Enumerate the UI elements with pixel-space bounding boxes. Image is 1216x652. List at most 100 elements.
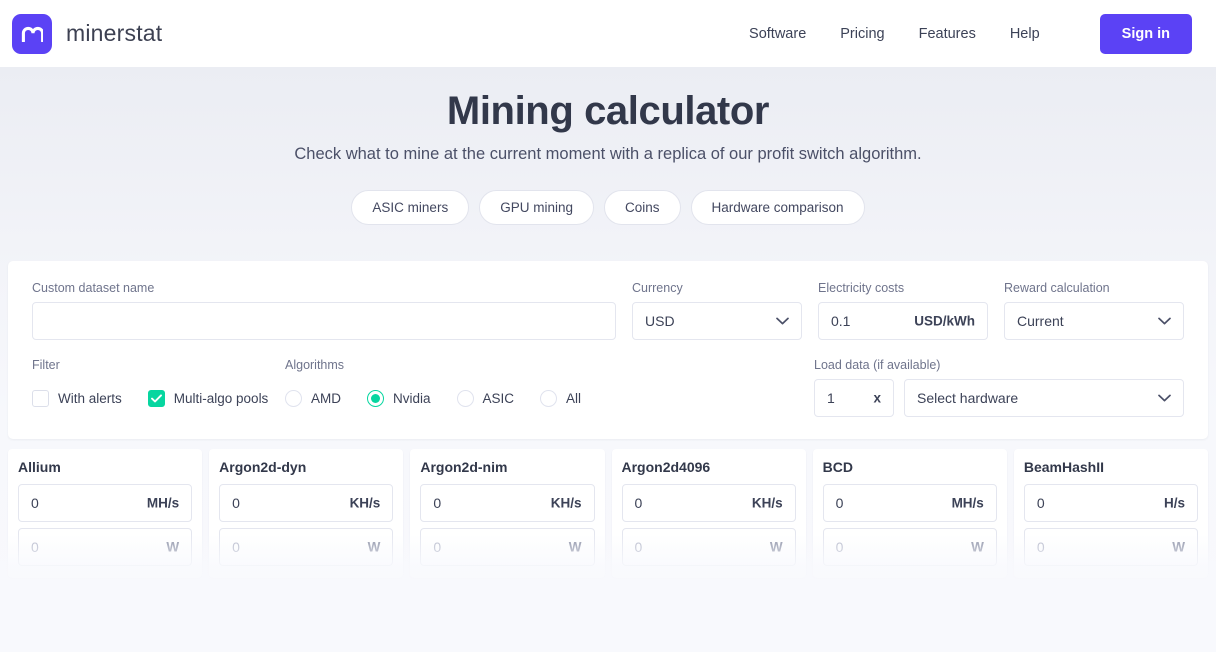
algorithm-name: Argon2d-nim <box>420 459 508 475</box>
radio-selected-icon[interactable] <box>367 389 384 407</box>
algorithm-card: Allium MH/s W <box>8 449 203 578</box>
algorithms-option-label: Nvidia <box>393 390 431 406</box>
hashrate-field: KH/s <box>219 484 394 522</box>
filter-option-label: With alerts <box>58 390 122 406</box>
power-input[interactable] <box>421 529 594 565</box>
algorithm-name: Argon2d-dyn <box>219 459 307 475</box>
algorithm-name: BeamHashII <box>1023 459 1104 475</box>
dataset-name-label: Custom dataset name <box>32 281 155 295</box>
algorithms-option-asic[interactable]: ASIC <box>456 389 514 407</box>
pill-coins[interactable]: Coins <box>603 190 681 225</box>
currency-select[interactable]: USD <box>632 302 802 340</box>
checkbox-checked-icon[interactable] <box>147 389 165 407</box>
power-input[interactable] <box>823 529 996 565</box>
select-hardware-dropdown[interactable]: Select hardware <box>904 379 1184 417</box>
electricity-cost-group: Electricity costs USD/kWh <box>818 281 988 340</box>
power-field: W <box>1023 528 1198 566</box>
power-field: W <box>420 528 595 566</box>
radio-unselected-icon[interactable] <box>285 389 302 407</box>
load-quantity-input[interactable] <box>815 380 893 416</box>
filter-group: Filter With alerts Multi-algo pools <box>32 358 269 417</box>
hashrate-input[interactable] <box>1024 485 1197 521</box>
algorithms-option-label: All <box>566 390 582 406</box>
nav-item-features[interactable]: Features <box>919 26 976 42</box>
power-field: W <box>822 528 997 566</box>
algorithm-name: Argon2d4096 <box>621 459 711 475</box>
hashrate-input[interactable] <box>823 485 996 521</box>
filter-options: With alerts Multi-algo pools <box>32 379 269 417</box>
reward-calculation-value: Current <box>1017 313 1064 329</box>
pill-hardware-comparison[interactable]: Hardware comparison <box>690 190 865 225</box>
radio-unselected-icon[interactable] <box>456 389 474 407</box>
reward-calculation-select[interactable]: Current <box>1004 302 1184 340</box>
algorithms-label: Algorithms <box>285 358 345 372</box>
load-quantity-field: x <box>814 379 894 417</box>
currency-label: Currency <box>632 281 683 295</box>
power-field: W <box>621 528 796 566</box>
dataset-name-group: Custom dataset name <box>32 281 616 340</box>
currency-value: USD <box>645 313 675 329</box>
filter-option-label: Multi-algo pools <box>173 390 269 406</box>
hashrate-field: MH/s <box>822 484 997 522</box>
main-nav: Software Pricing Features Help Sign in <box>749 13 1192 54</box>
page-title: Mining calculator <box>446 89 770 133</box>
nav-item-pricing[interactable]: Pricing <box>840 26 884 42</box>
select-hardware-value: Select hardware <box>917 390 1019 406</box>
load-data-label: Load data (if available) <box>814 358 941 372</box>
power-input[interactable] <box>622 529 795 565</box>
hashrate-input[interactable] <box>220 485 393 521</box>
algorithms-options: AMD Nvidia ASIC All <box>285 379 798 417</box>
filter-option-multi-algo-pools[interactable]: Multi-algo pools <box>147 389 269 407</box>
pill-asic-miners[interactable]: ASIC miners <box>351 190 470 225</box>
filter-option-with-alerts[interactable]: With alerts <box>32 389 122 407</box>
page-subtitle: Check what to mine at the current moment… <box>294 145 922 163</box>
algorithm-name: BCD <box>822 459 853 475</box>
reward-calculation-group: Reward calculation Current <box>1004 281 1184 340</box>
settings-row-primary: Custom dataset name Currency USD Electri… <box>32 281 1184 340</box>
algorithm-card: BCD MH/s W <box>812 449 1007 578</box>
hashrate-input[interactable] <box>622 485 795 521</box>
brand-logo[interactable]: minerstat <box>12 13 162 54</box>
algorithm-cards-section: Allium MH/s W Argon2d-dyn KH/s <box>0 449 1216 610</box>
electricity-cost-field: USD/kWh <box>818 302 988 340</box>
algorithms-option-amd[interactable]: AMD <box>285 389 341 407</box>
chevron-down-icon <box>776 317 789 325</box>
chevron-down-icon <box>1158 394 1171 402</box>
dataset-name-input[interactable] <box>32 302 616 340</box>
checkbox-unchecked-icon[interactable] <box>32 389 49 407</box>
filter-label: Filter <box>32 358 60 372</box>
algorithm-cards-grid: Allium MH/s W Argon2d-dyn KH/s <box>8 449 1208 578</box>
currency-group: Currency USD <box>632 281 802 340</box>
hashrate-input[interactable] <box>421 485 594 521</box>
sign-in-button[interactable]: Sign in <box>1099 13 1192 54</box>
site-header: minerstat Software Pricing Features Help… <box>0 0 1216 67</box>
power-field: W <box>18 528 193 566</box>
nav-item-help[interactable]: Help <box>1010 26 1040 42</box>
radio-unselected-icon[interactable] <box>540 389 558 407</box>
hashrate-input[interactable] <box>19 485 192 521</box>
reward-calculation-label: Reward calculation <box>1004 281 1110 295</box>
pill-gpu-mining[interactable]: GPU mining <box>479 190 594 225</box>
algorithm-card: Argon2d-nim KH/s W <box>410 449 605 578</box>
algorithms-group: Algorithms AMD Nvidia ASIC All <box>285 358 798 417</box>
algorithms-option-all[interactable]: All <box>540 389 582 407</box>
settings-panel: Custom dataset name Currency USD Electri… <box>8 261 1208 439</box>
hashrate-field: H/s <box>1023 484 1198 522</box>
load-data-group: Load data (if available) x Select hardwa… <box>814 358 1184 417</box>
nav-item-software[interactable]: Software <box>749 26 806 42</box>
page-body: Mining calculator Check what to mine at … <box>0 67 1216 652</box>
power-field: W <box>219 528 394 566</box>
algorithms-option-nvidia[interactable]: Nvidia <box>367 389 431 407</box>
hashrate-field: MH/s <box>18 484 193 522</box>
hero-section: Mining calculator Check what to mine at … <box>0 67 1216 225</box>
electricity-cost-input[interactable] <box>819 303 987 339</box>
chevron-down-icon <box>1158 317 1171 325</box>
algorithm-name: Allium <box>18 459 61 475</box>
power-input[interactable] <box>19 529 192 565</box>
algorithm-card: BeamHashII H/s W <box>1013 449 1208 578</box>
load-data-controls: x Select hardware <box>814 379 1184 417</box>
algorithm-card: Argon2d-dyn KH/s W <box>209 449 404 578</box>
power-input[interactable] <box>1024 529 1197 565</box>
power-input[interactable] <box>220 529 393 565</box>
hashrate-field: KH/s <box>420 484 595 522</box>
